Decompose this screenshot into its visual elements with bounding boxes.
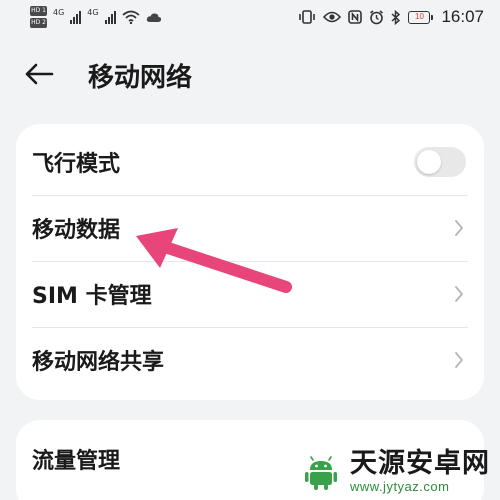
watermark: 天源安卓网 www.jytyaz.com [298,448,490,494]
watermark-name: 天源安卓网 [350,447,490,479]
battery-icon: 10 [408,10,434,24]
android-logo-icon [299,449,343,493]
toggle-knob [417,150,441,174]
mobile-network-sharing-row[interactable]: 移动网络共享 [16,327,484,393]
wifi-icon [122,10,140,24]
mobile-network-settings-screen: HD 1 HD 2 4G 4G 10 16:07 移动网络 飞行模式 移动数据 … [0,0,500,500]
status-bar: HD 1 HD 2 4G 4G 10 16:07 [0,0,500,34]
chevron-right-icon [455,220,463,236]
page-title: 移动网络 [88,63,193,93]
status-bar-right: 10 16:07 [298,5,484,29]
sim-hd-icon: HD 1 HD 2 [30,6,47,28]
clock: 16:07 [441,7,484,26]
sim2-hd-badge: HD 2 [30,18,47,28]
vibrate-icon [298,10,316,24]
bluetooth-icon [391,9,401,25]
header: 移动网络 [0,40,500,106]
sim-card-management-row[interactable]: SIM 卡管理 [16,261,484,327]
data-usage-management-label: 流量管理 [32,449,121,474]
cloud-icon [146,12,162,23]
settings-card: 飞行模式 移动数据 SIM 卡管理 移动网络共享 [16,124,484,400]
alarm-icon [369,9,384,25]
chevron-right-icon [455,286,463,302]
mobile-data-row[interactable]: 移动数据 [16,195,484,261]
back-button[interactable] [24,54,68,94]
watermark-text: 天源安卓网 www.jytyaz.com [350,450,490,493]
status-bar-left: HD 1 HD 2 4G 4G [30,4,162,30]
sim-card-management-label: SIM 卡管理 [32,284,152,309]
nfc-icon [348,10,363,24]
signal-icon [104,10,116,24]
airplane-mode-row[interactable]: 飞行模式 [16,129,484,195]
mobile-network-sharing-label: 移动网络共享 [32,350,165,375]
airplane-mode-label: 飞行模式 [32,152,121,177]
arrow-left-icon [25,63,54,85]
chevron-right-icon [455,352,463,368]
watermark-url: www.jytyaz.com [350,478,450,494]
battery-level: 10 [415,12,424,21]
signal-icon [70,10,82,24]
mobile-data-label: 移动数据 [32,218,121,243]
network-type-1: 4G [53,7,65,17]
eye-icon [323,11,342,23]
sim1-hd-badge: HD 1 [30,6,47,16]
airplane-mode-toggle[interactable] [414,147,466,177]
network-type-2: 4G [87,7,99,17]
